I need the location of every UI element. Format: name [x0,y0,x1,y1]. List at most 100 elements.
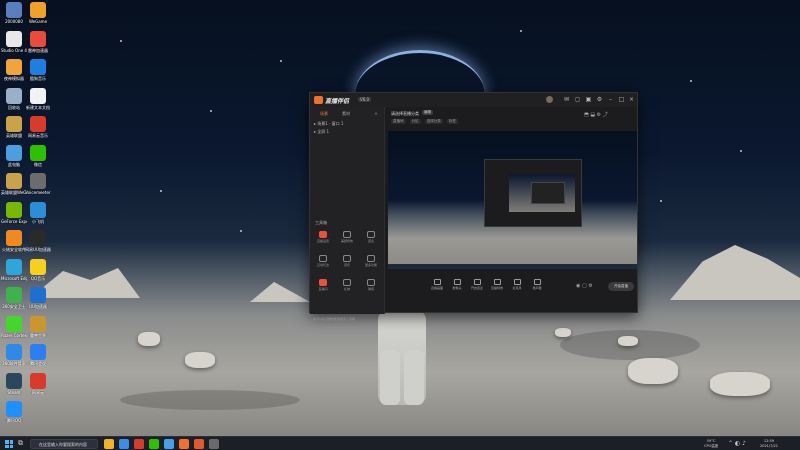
taskbar-app-icon[interactable] [119,439,129,449]
room-meta-pill[interactable]: 分区 [409,119,421,124]
tool-button[interactable]: 互动玩法 [314,255,332,267]
close-icon[interactable]: × [628,96,635,103]
record-icons[interactable]: ◉ ▢ ⚙ [576,283,593,289]
stream-control-button[interactable]: 直播特效 [486,279,508,290]
desktop-icon[interactable]: 英雄联盟 [1,116,27,138]
desktop-icon[interactable]: 微信 [25,144,51,167]
tools-title: 工具箱 [315,220,327,225]
taskbar-app-icon[interactable] [104,439,114,449]
desktop-icon[interactable]: 腾讯QQ [1,401,27,423]
taskbar-search-input[interactable]: 在这里输入你要搜索的内容 [30,439,98,449]
stream-control-button[interactable]: 扬声器 [526,279,548,290]
tool-button[interactable]: 音乐 [338,255,356,267]
desktop-icon[interactable]: WeGame [25,2,51,24]
desktop-icon[interactable]: UU加速器 [25,287,51,309]
taskbar-app-icon[interactable] [179,439,189,449]
source-row[interactable]: ▸ 场景1 · 窗口 1 [314,121,343,127]
add-scene-icon[interactable]: ＋ [374,111,378,117]
source-row[interactable]: ▸ 全屏 1 [314,129,329,135]
tool-button[interactable]: 美颜特效 [338,231,356,243]
desktop-icon[interactable]: 火绒安全软件 [1,230,27,252]
desktop-icon[interactable]: 腾讯会议 [25,344,51,366]
astronaut-leg [404,350,424,405]
astronaut-leg [380,350,400,405]
taskbar-app-icon[interactable] [149,439,159,449]
room-meta-pill[interactable]: 直播间 [391,119,406,124]
desktop-icon[interactable]: 小飞机 [25,201,51,224]
start-live-button[interactable]: 开始直播 [608,282,634,291]
taskbar: ⧉ 在这里输入你要搜索的内容 59°C CPU温度 ⌃ ◐ ♪ 12:59 202… [0,436,800,450]
nested-preview [509,174,575,212]
maximize-icon[interactable]: □ [618,96,625,103]
desktop-icon[interactable]: 新建文本文档 [25,87,51,110]
clock[interactable]: 12:59 2021/7/21 [760,439,778,448]
tab-material[interactable]: 素材 [342,111,350,117]
stream-preview[interactable] [388,131,637,269]
desktop-icon-label: 360软件管家 [2,361,26,366]
desktop-icon[interactable]: 此电脑 [1,144,27,167]
tool-button[interactable]: 更多功能 [362,255,380,267]
tool-button[interactable]: 礼物 [338,279,356,291]
desktop-icon[interactable]: Microsoft Edge [1,258,27,281]
tool-button[interactable]: 连麦 [362,231,380,243]
star [120,40,122,42]
message-icon[interactable]: ◻ [574,96,581,103]
desktop-icon[interactable]: Voicemeeter [25,173,51,195]
app-titlebar[interactable]: 直播伴侣 V6.0 ✉ ◻ ▣ ⚙ – □ × [310,93,637,107]
minimize-icon[interactable]: – [607,96,614,103]
desktop-icon[interactable]: QQ音乐 [25,258,51,281]
desktop-icon[interactable]: 回收站 [1,87,27,110]
desktop-icon[interactable]: Studio One 4 [1,30,27,53]
desktop-icon[interactable]: Razer Cortex [1,315,27,338]
windows-start-icon[interactable] [5,440,13,448]
desktop-icon[interactable]: 网易UU加速器 [25,230,51,252]
desktop-icon[interactable]: 夜神模拟器 [1,59,27,81]
desktop-icon[interactable]: 网易云 [25,372,51,395]
stream-control-button[interactable]: 直播画面 [426,279,448,290]
tool-button[interactable]: 直播间 [314,279,332,291]
moon-rock [555,328,571,337]
gift-icon[interactable]: ▣ [585,96,592,103]
edit-badge[interactable]: 编辑 [422,110,433,115]
desktop-icon[interactable]: 英雄联盟WeGame版 [1,173,27,195]
desktop-icon[interactable]: GeForce Experience [1,201,27,224]
taskbar-app-icon[interactable] [194,439,204,449]
moon-rock [710,372,770,396]
desktop-icon[interactable]: 雷神加速器 [25,30,51,53]
task-view-icon[interactable]: ⧉ [18,439,23,448]
app-icon [6,116,22,132]
stream-control-button[interactable]: 开启连麦 [466,279,488,290]
desktop-icon[interactable]: 网易云音乐 [25,116,51,138]
tool-button[interactable]: 弹幕 [362,279,380,291]
desktop-icon[interactable]: Steam [1,372,27,395]
room-title[interactable]: 请选择直播分类 [391,111,419,117]
desktop-icon[interactable]: 360软件管家 [1,344,27,366]
taskbar-app-icon[interactable] [164,439,174,449]
mail-icon[interactable]: ✉ [563,96,570,103]
tool-label: 连麦 [367,239,374,243]
desktop-icon[interactable]: 2000080 [1,2,27,24]
taskbar-app-icon[interactable] [134,439,144,449]
desktop-icon[interactable]: 360安全卫士 [1,287,27,309]
tool-button[interactable]: 直播设置 [314,231,332,243]
settings-icon[interactable]: ⚙ [596,96,603,103]
app-icon [6,315,22,332]
stream-control-button[interactable]: 摄像头 [446,279,468,290]
control-icon [513,279,521,285]
toolbar-icons[interactable]: ⬒ ⬓ ⚙ ⤴ [584,111,608,118]
desktop-icon[interactable]: 魔兽世界 [25,315,51,338]
taskbar-app-icon[interactable] [209,439,219,449]
room-meta-pill[interactable]: 标签 [446,119,458,124]
app-icon [30,201,46,218]
app-icon [6,287,22,303]
stream-app-window[interactable]: 直播伴侣 V6.0 ✉ ◻ ▣ ⚙ – □ × 场景 素材 ＋ ▸ 场景1 · … [309,92,638,321]
avatar[interactable] [546,96,553,103]
desktop-icon[interactable]: 酷狗音乐 [25,59,51,81]
app-icon [6,144,22,161]
room-meta-pill[interactable]: 选择分类 [424,119,443,124]
stream-control-button[interactable]: 麦克风 [506,279,528,290]
nested-inner-window [531,182,565,204]
tab-scene[interactable]: 场景 [320,111,328,117]
moon-rock [628,358,678,384]
tray-icons[interactable]: ⌃ ◐ ♪ [728,440,746,447]
